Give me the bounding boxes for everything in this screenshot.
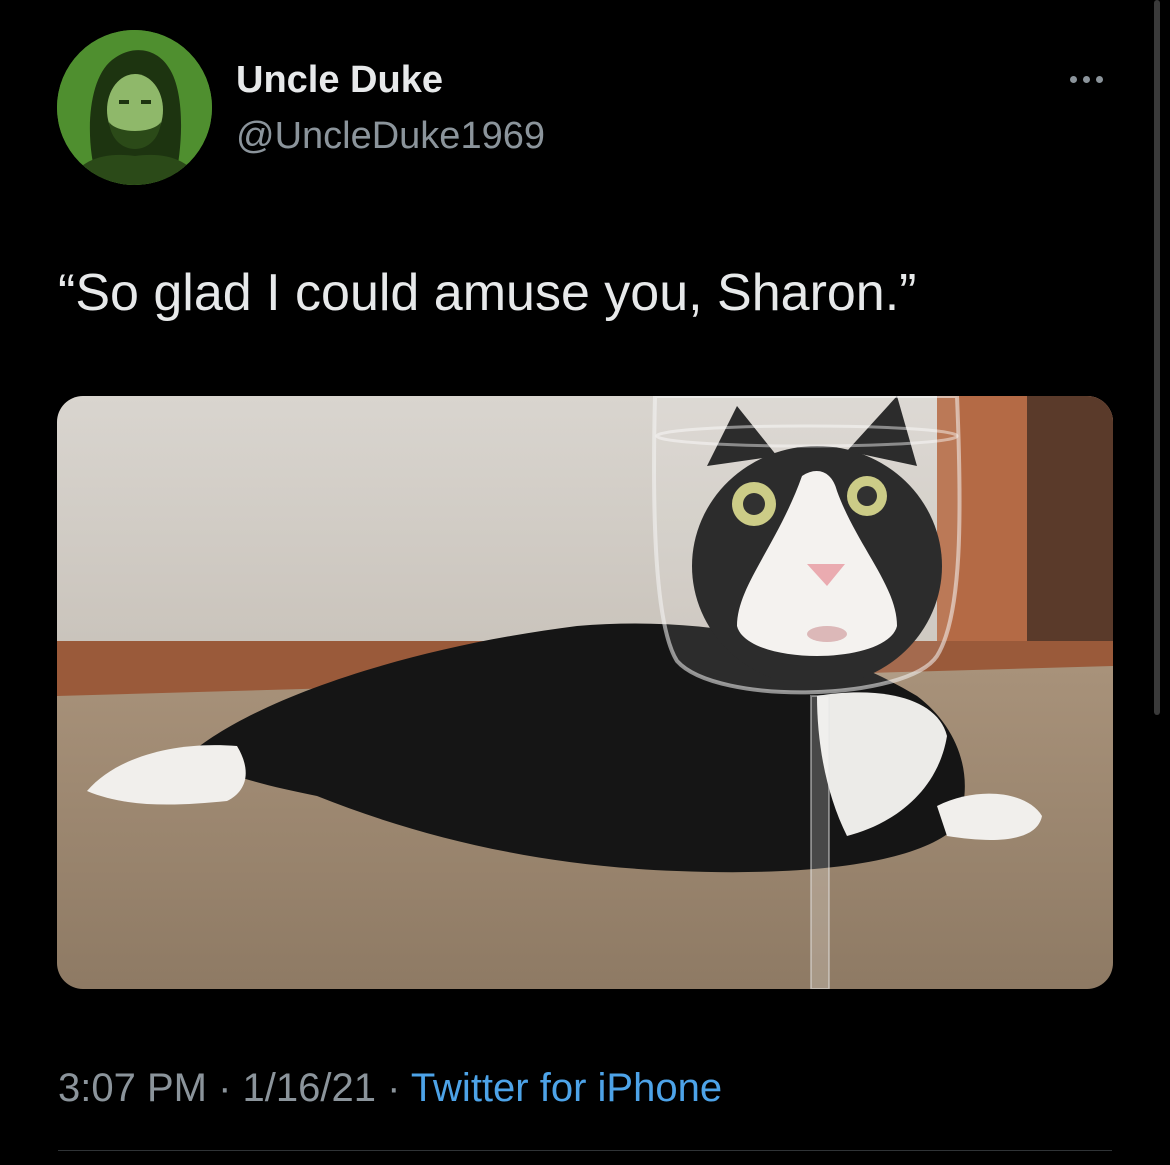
tweet-source-link[interactable]: Twitter for iPhone: [411, 1066, 722, 1110]
more-options-icon: [1069, 75, 1077, 83]
tweet-time[interactable]: 3:07 PM: [58, 1066, 207, 1110]
more-options-button[interactable]: [1062, 62, 1110, 96]
meta-separator: ·: [375, 1066, 411, 1110]
author-handle[interactable]: @UncleDuke1969: [236, 114, 545, 158]
cat-wine-glass-photo: [57, 396, 1113, 989]
divider: [58, 1150, 1112, 1151]
author-avatar[interactable]: [57, 30, 212, 185]
tweet-meta: 3:07 PM · 1/16/21 · Twitter for iPhone: [58, 1065, 722, 1111]
tweet: Uncle Duke @UncleDuke1969 “So glad I cou…: [0, 0, 1170, 1165]
more-options-icon-dot: [1082, 75, 1090, 83]
avatar-image: [57, 30, 212, 185]
scrollbar[interactable]: [1154, 0, 1160, 715]
tweet-photo[interactable]: [57, 396, 1113, 989]
tweet-date[interactable]: 1/16/21: [243, 1066, 376, 1110]
more-options-icon-dot: [1095, 75, 1103, 83]
author-display-name[interactable]: Uncle Duke: [236, 58, 545, 102]
tweet-text: “So glad I could amuse you, Sharon.”: [58, 264, 917, 322]
meta-separator: ·: [206, 1066, 243, 1110]
author-info[interactable]: Uncle Duke @UncleDuke1969: [236, 58, 545, 158]
